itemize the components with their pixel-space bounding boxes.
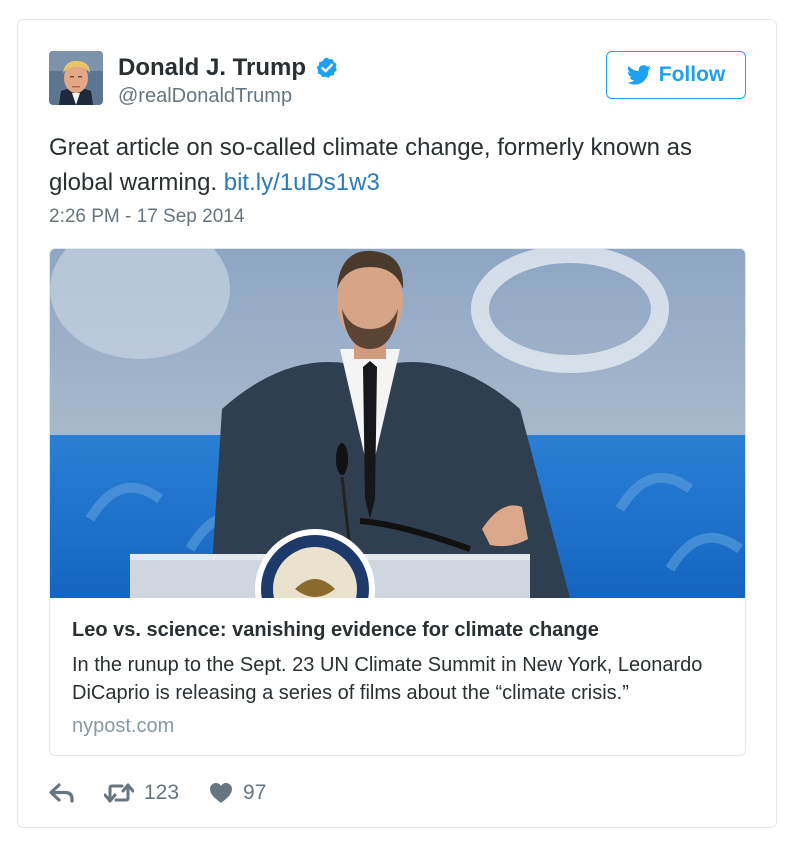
tweet-actions: 123 97 <box>49 778 266 808</box>
card-title[interactable]: Leo vs. science: vanishing evidence for … <box>72 619 732 642</box>
display-name[interactable]: Donald J. Trump <box>118 54 339 82</box>
card-image <box>50 249 745 598</box>
link-preview-card[interactable]: Leo vs. science: vanishing evidence for … <box>49 248 746 756</box>
user-handle[interactable]: @realDonaldTrump <box>118 85 292 108</box>
verified-badge-icon <box>315 56 339 80</box>
like-button[interactable]: 97 <box>209 781 266 805</box>
avatar-image <box>49 51 103 105</box>
avatar[interactable] <box>49 51 103 105</box>
card-description: In the runup to the Sept. 23 UN Climate … <box>72 654 703 704</box>
follow-label: Follow <box>658 63 726 86</box>
retweet-button[interactable]: 123 <box>104 781 179 805</box>
retweet-count: 123 <box>144 781 180 804</box>
tweet-timestamp[interactable]: 2:26 PM - 17 Sep 2014 <box>49 206 244 228</box>
retweet-icon <box>104 783 134 803</box>
display-name-text: Donald J. Trump <box>118 54 307 81</box>
heart-icon <box>210 783 233 803</box>
twitter-bird-icon <box>626 65 651 85</box>
reply-arrow-icon <box>49 783 74 803</box>
tweet-text: Great article on so-called climate chang… <box>49 130 739 200</box>
like-count: 97 <box>243 781 267 804</box>
card-domain: nypost.com <box>72 715 175 737</box>
tweet-link[interactable]: bit.ly/1uDs1w3 <box>224 169 380 196</box>
reply-button[interactable] <box>49 782 75 804</box>
follow-button[interactable]: Follow <box>606 51 746 99</box>
tweet-card: Donald J. Trump @realDonaldTrump Follow … <box>17 19 777 828</box>
